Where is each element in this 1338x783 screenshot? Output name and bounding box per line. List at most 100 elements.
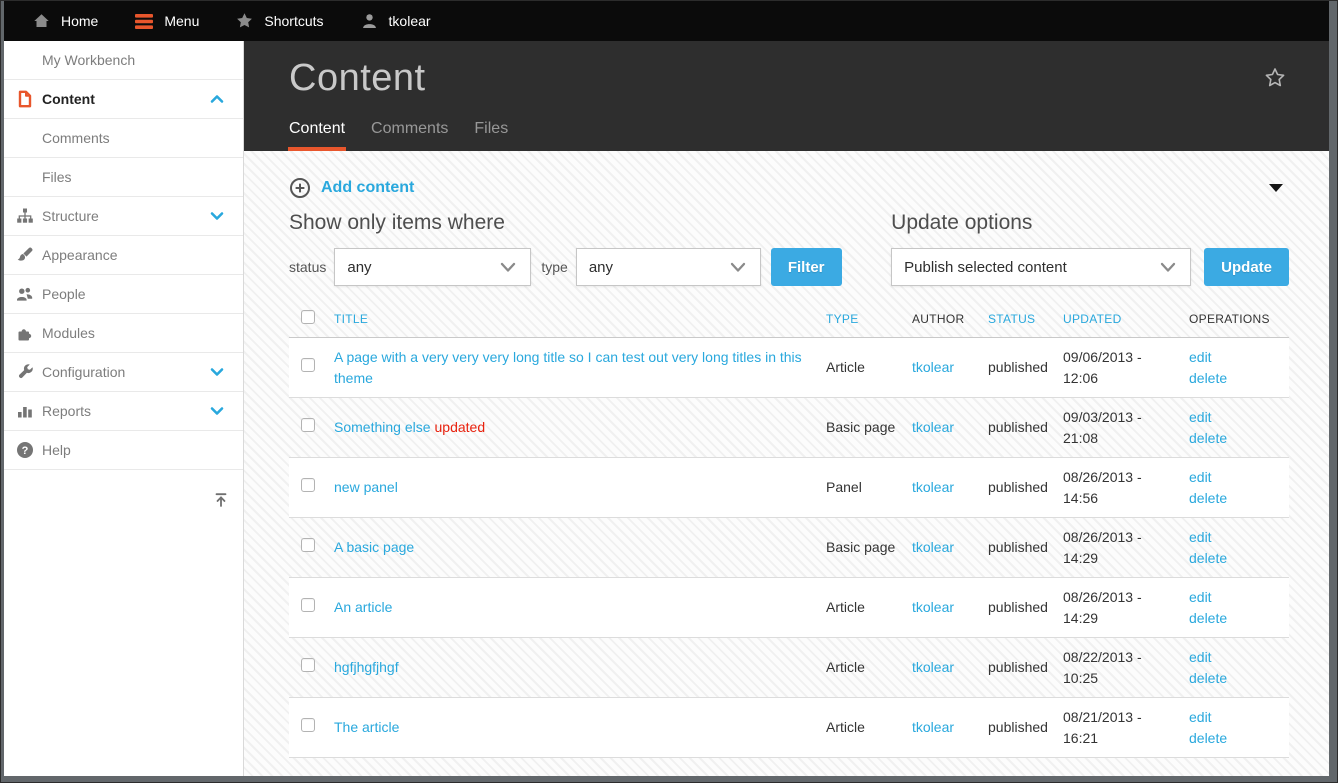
content-title-link[interactable]: An article (334, 599, 392, 615)
edit-link[interactable]: edit (1189, 587, 1275, 607)
collapse-sidebar-icon[interactable] (212, 491, 230, 509)
author-link[interactable]: tkolear (912, 419, 954, 435)
delete-link[interactable]: delete (1189, 608, 1275, 628)
update-action-select[interactable]: Publish selected content (891, 248, 1191, 286)
updated-cell: 08/22/2013 - 10:25 (1063, 647, 1189, 688)
author-link[interactable]: tkolear (912, 599, 954, 615)
home-icon (32, 12, 51, 30)
collapse-filters-icon[interactable] (1269, 184, 1283, 192)
edit-link[interactable]: edit (1189, 647, 1275, 667)
table-row: The articleArticletkolearpublished08/21/… (289, 698, 1289, 758)
header-checkbox-cell (289, 310, 334, 327)
author-cell: tkolear (912, 597, 988, 617)
author-link[interactable]: tkolear (912, 479, 954, 495)
content-title-link[interactable]: hgfjhgfjhgf (334, 659, 399, 675)
author-link[interactable]: tkolear (912, 659, 954, 675)
author-link[interactable]: tkolear (912, 539, 954, 555)
row-checkbox[interactable] (301, 598, 315, 612)
content-title-link[interactable]: A basic page (334, 539, 414, 555)
sidebar-item-modules[interactable]: Modules (4, 314, 243, 353)
sidebar-item-label: Content (42, 91, 95, 107)
chevron-down-icon[interactable] (208, 402, 226, 420)
tab-content[interactable]: Content (289, 120, 345, 151)
status-cell: published (988, 717, 1063, 737)
row-checkbox[interactable] (301, 478, 315, 492)
delete-link[interactable]: delete (1189, 548, 1275, 568)
column-header-updated[interactable]: UPDATED (1063, 312, 1189, 326)
status-cell: published (988, 537, 1063, 557)
app-inner: Home Menu Shortcuts tkolear My Workbench… (4, 1, 1329, 776)
delete-link[interactable]: delete (1189, 668, 1275, 688)
content-title-link[interactable]: A page with a very very very long title … (334, 349, 802, 385)
content-title-link[interactable]: new panel (334, 479, 398, 495)
sidebar-item-structure[interactable]: Structure (4, 197, 243, 236)
row-checkbox[interactable] (301, 538, 315, 552)
status-cell: published (988, 357, 1063, 377)
page-header: Content Content Comments Files (244, 41, 1329, 151)
sidebar-item-appearance[interactable]: Appearance (4, 236, 243, 275)
delete-link[interactable]: delete (1189, 728, 1275, 748)
type-cell: Basic page (826, 417, 912, 437)
filter-button[interactable]: Filter (771, 248, 842, 286)
tab-files[interactable]: Files (474, 120, 508, 151)
update-button[interactable]: Update (1204, 248, 1289, 286)
operations-cell: editdelete (1189, 707, 1289, 748)
chevron-down-icon[interactable] (208, 207, 226, 225)
sidebar-item-label: My Workbench (42, 52, 135, 68)
toolbar-item-menu[interactable]: Menu (134, 13, 199, 30)
row-checkbox[interactable] (301, 358, 315, 372)
operations-cell: editdelete (1189, 407, 1289, 448)
row-checkbox[interactable] (301, 658, 315, 672)
toolbar-item-home[interactable]: Home (32, 12, 98, 30)
sidebar-item-label: Files (42, 169, 72, 185)
sidebar-item-people[interactable]: People (4, 275, 243, 314)
status-select[interactable]: any (334, 248, 531, 286)
star-icon (235, 12, 254, 30)
sidebar-item-comments[interactable]: Comments (4, 119, 243, 158)
sidebar-item-configuration[interactable]: Configuration (4, 353, 243, 392)
operations-cell: editdelete (1189, 347, 1289, 388)
sidebar-item-my-workbench[interactable]: My Workbench (4, 41, 243, 80)
filters-heading: Show only items where (289, 211, 842, 235)
sitemap-icon (16, 207, 34, 225)
sidebar-item-content[interactable]: Content (4, 80, 243, 119)
tab-comments[interactable]: Comments (371, 120, 448, 151)
edit-link[interactable]: edit (1189, 707, 1275, 727)
select-all-checkbox[interactable] (301, 310, 315, 324)
type-select[interactable]: any (576, 248, 761, 286)
column-header-status[interactable]: STATUS (988, 312, 1063, 326)
edit-link[interactable]: edit (1189, 527, 1275, 547)
delete-link[interactable]: delete (1189, 488, 1275, 508)
edit-link[interactable]: edit (1189, 347, 1275, 367)
sidebar-item-files[interactable]: Files (4, 158, 243, 197)
column-header-title[interactable]: TITLE (334, 312, 826, 326)
delete-link[interactable]: delete (1189, 428, 1275, 448)
edit-link[interactable]: edit (1189, 467, 1275, 487)
help-icon: ? (16, 441, 34, 459)
add-content-link[interactable]: Add content (321, 179, 414, 197)
type-cell: Panel (826, 477, 912, 497)
filter-bar: Show only items where status any type an… (289, 207, 1289, 286)
edit-link[interactable]: edit (1189, 407, 1275, 427)
content-title-link[interactable]: Something else (334, 419, 431, 435)
delete-link[interactable]: delete (1189, 368, 1275, 388)
row-checkbox[interactable] (301, 718, 315, 732)
chevron-down-icon (486, 260, 530, 274)
chevron-up-icon[interactable] (208, 90, 226, 108)
sidebar-item-reports[interactable]: Reports (4, 392, 243, 431)
column-header-operations: OPERATIONS (1189, 312, 1289, 326)
content-title-link[interactable]: The article (334, 719, 399, 735)
toolbar-item-user[interactable]: tkolear (360, 12, 431, 30)
author-link[interactable]: tkolear (912, 359, 954, 375)
sidebar-item-label: Comments (42, 130, 110, 146)
column-header-type[interactable]: TYPE (826, 312, 912, 326)
sidebar-item-help[interactable]: ?Help (4, 431, 243, 470)
status-label: status (289, 259, 326, 275)
circle-plus-icon[interactable] (289, 177, 311, 199)
row-checkbox[interactable] (301, 418, 315, 432)
chevron-down-icon[interactable] (208, 363, 226, 381)
status-cell: published (988, 657, 1063, 677)
favorite-star-icon[interactable] (1263, 66, 1287, 90)
author-link[interactable]: tkolear (912, 719, 954, 735)
toolbar-item-shortcuts[interactable]: Shortcuts (235, 12, 323, 30)
